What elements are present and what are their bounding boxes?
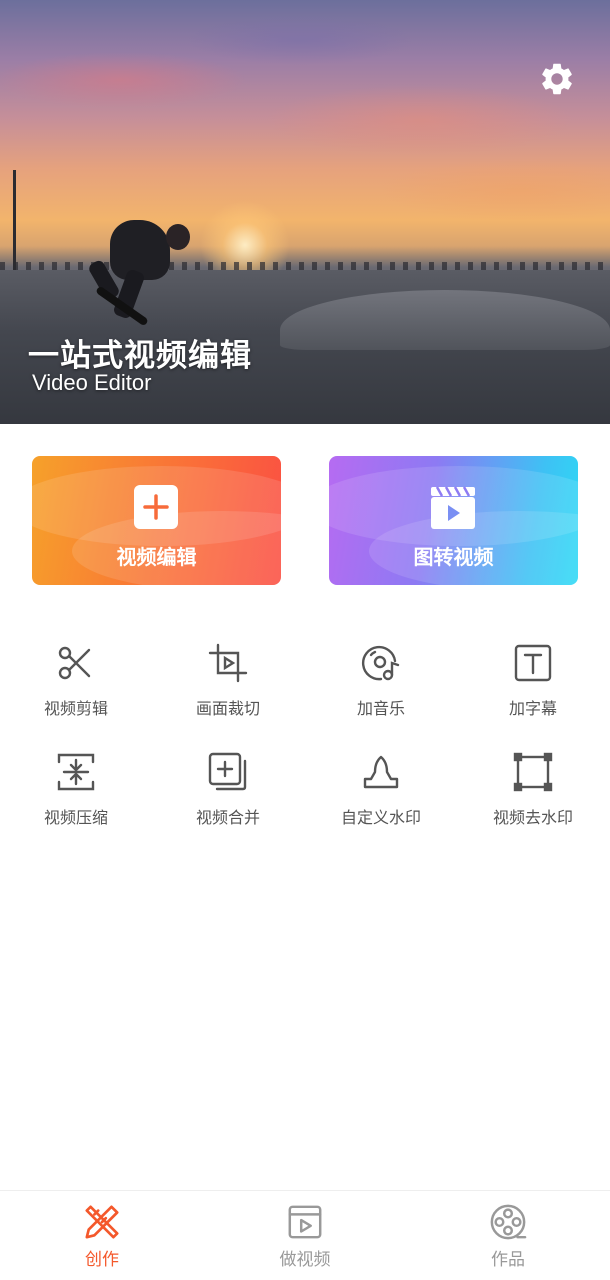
text-icon [514,644,552,682]
tool-label: 自定义水印 [340,808,421,827]
scissors-icon [58,646,91,680]
merge-icon [208,752,247,791]
tool-label: 加字幕 [508,699,557,718]
video-icon [288,1205,322,1239]
tool-compress[interactable]: 视频压缩 [0,752,152,828]
tool-label: 视频剪辑 [43,699,108,718]
nav-make-video[interactable]: 做视频 [245,1203,365,1270]
tool-label: 加音乐 [356,699,405,718]
tool-label: 画面裁切 [195,699,260,718]
hero-lamp-pole [13,170,16,270]
bottom-navigation: 创作 做视频 作品 [0,1190,610,1280]
tool-add-subtitle[interactable]: 加字幕 [457,643,609,719]
film-reel-icon [490,1204,527,1240]
plus-icon [134,485,178,529]
hero-subtitle: Video Editor [32,370,152,395]
clapperboard-icon [431,486,475,529]
compress-icon [57,753,95,791]
create-icon [85,1205,119,1239]
tool-label: 视频压缩 [43,808,108,827]
music-disc-icon [361,645,400,681]
image-to-video-label: 图转视频 [413,545,494,569]
skater-body [110,220,170,280]
nav-label: 作品 [491,1250,525,1270]
settings-button[interactable] [538,60,576,98]
stamp-icon [363,755,399,789]
remove-watermark-icon [513,752,553,792]
hero-banner: 一站式视频编辑 Video Editor [0,0,610,424]
nav-label: 做视频 [279,1250,331,1270]
tool-custom-watermark[interactable]: 自定义水印 [305,752,457,828]
image-to-video-card[interactable]: 图转视频 [329,456,578,585]
crop-icon [208,643,248,683]
tool-crop[interactable]: 画面裁切 [152,643,304,719]
nav-label: 创作 [85,1250,119,1270]
hero-sky [0,0,610,260]
nav-create[interactable]: 创作 [42,1203,162,1270]
skater-head [166,224,190,250]
video-edit-card[interactable]: 视频编辑 [32,456,281,585]
hero-title: 一站式视频编辑 [28,338,252,374]
gear-icon [542,63,572,95]
tool-label: 视频去水印 [492,808,573,827]
nav-works[interactable]: 作品 [448,1203,568,1270]
video-edit-label: 视频编辑 [116,545,197,569]
tool-remove-watermark[interactable]: 视频去水印 [457,752,609,828]
tool-video-cut[interactable]: 视频剪辑 [0,643,152,719]
tool-label: 视频合并 [195,808,260,827]
tool-add-music[interactable]: 加音乐 [305,643,457,719]
tool-merge[interactable]: 视频合并 [152,752,304,828]
